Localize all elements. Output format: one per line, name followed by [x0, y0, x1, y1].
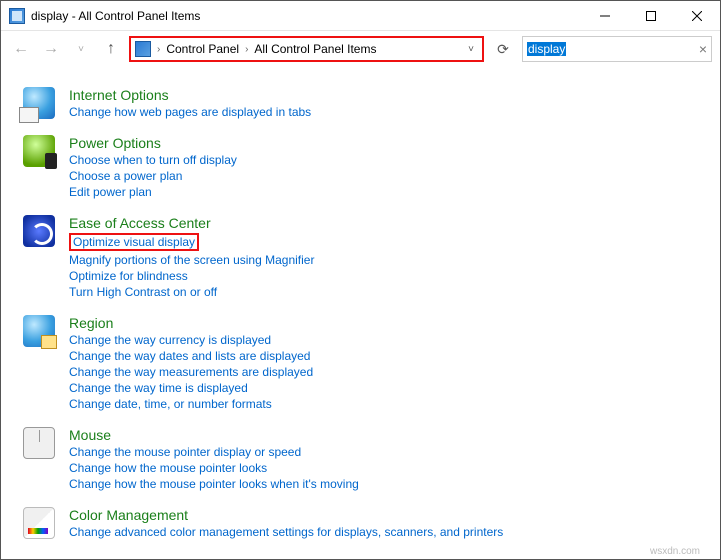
address-bar[interactable]: › Control Panel › All Control Panel Item… [129, 36, 484, 62]
section-color-management: Color Management Change advanced color m… [23, 507, 710, 539]
up-button[interactable]: ↑ [99, 37, 123, 61]
section-ease-of-access: Ease of Access Center Optimize visual di… [23, 215, 710, 299]
maximize-button[interactable] [628, 1, 674, 31]
result-link[interactable]: Change the mouse pointer display or spee… [69, 445, 359, 459]
section-heading[interactable]: Region [69, 315, 313, 331]
color-management-icon [23, 507, 55, 539]
results-pane[interactable]: Internet Options Change how web pages ar… [1, 67, 720, 559]
result-link[interactable]: Edit power plan [69, 185, 237, 199]
result-link[interactable]: Change the way currency is displayed [69, 333, 313, 347]
result-link[interactable]: Change the way dates and lists are displ… [69, 349, 313, 363]
result-link[interactable]: Choose a power plan [69, 169, 237, 183]
result-link[interactable]: Change how the mouse pointer looks [69, 461, 359, 475]
watermark: wsxdn.com [650, 546, 700, 557]
internet-options-icon [23, 87, 55, 119]
power-options-icon [23, 135, 55, 167]
section-heading[interactable]: Power Options [69, 135, 237, 151]
section-power-options: Power Options Choose when to turn off di… [23, 135, 710, 199]
minimize-button[interactable] [582, 1, 628, 31]
breadcrumb-root[interactable]: Control Panel [166, 42, 239, 56]
titlebar: display - All Control Panel Items [1, 1, 720, 31]
section-region: Region Change the way currency is displa… [23, 315, 710, 411]
result-link[interactable]: Magnify portions of the screen using Mag… [69, 253, 314, 267]
mouse-icon [23, 427, 55, 459]
section-heading[interactable]: Color Management [69, 507, 503, 523]
section-heading[interactable]: Internet Options [69, 87, 311, 103]
forward-button[interactable]: → [39, 37, 63, 61]
control-panel-icon [9, 8, 25, 24]
nav-row: ← → ˅ ↑ › Control Panel › All Control Pa… [1, 31, 720, 67]
result-link[interactable]: Change the way measurements are displaye… [69, 365, 313, 379]
window-title: display - All Control Panel Items [31, 9, 200, 23]
result-link[interactable]: Change how the mouse pointer looks when … [69, 477, 359, 491]
chevron-right-icon[interactable]: › [245, 44, 248, 55]
result-link[interactable]: Choose when to turn off display [69, 153, 237, 167]
result-link[interactable]: Change date, time, or number formats [69, 397, 313, 411]
section-mouse: Mouse Change the mouse pointer display o… [23, 427, 710, 491]
section-heading[interactable]: Ease of Access Center [69, 215, 314, 231]
clear-search-icon[interactable]: × [699, 41, 707, 57]
recent-dropdown[interactable]: ˅ [69, 37, 93, 61]
refresh-button[interactable]: ⟳ [490, 36, 516, 62]
result-link[interactable]: Change how web pages are displayed in ta… [69, 105, 311, 119]
ease-of-access-icon [23, 215, 55, 247]
close-button[interactable] [674, 1, 720, 31]
section-internet-options: Internet Options Change how web pages ar… [23, 87, 710, 119]
result-link[interactable]: Turn High Contrast on or off [69, 285, 314, 299]
search-input[interactable]: display [527, 42, 566, 56]
chevron-right-icon[interactable]: › [157, 44, 160, 55]
search-box[interactable]: display × [522, 36, 712, 62]
result-link[interactable]: Change advanced color management setting… [69, 525, 503, 539]
result-link[interactable]: Optimize for blindness [69, 269, 314, 283]
result-link-highlighted[interactable]: Optimize visual display [69, 233, 199, 251]
back-button[interactable]: ← [9, 37, 33, 61]
section-heading[interactable]: Mouse [69, 427, 359, 443]
region-icon [23, 315, 55, 347]
control-panel-icon [135, 41, 151, 57]
result-link[interactable]: Change the way time is displayed [69, 381, 313, 395]
address-dropdown-icon[interactable]: ˅ [468, 44, 478, 55]
breadcrumb-child[interactable]: All Control Panel Items [254, 42, 376, 56]
